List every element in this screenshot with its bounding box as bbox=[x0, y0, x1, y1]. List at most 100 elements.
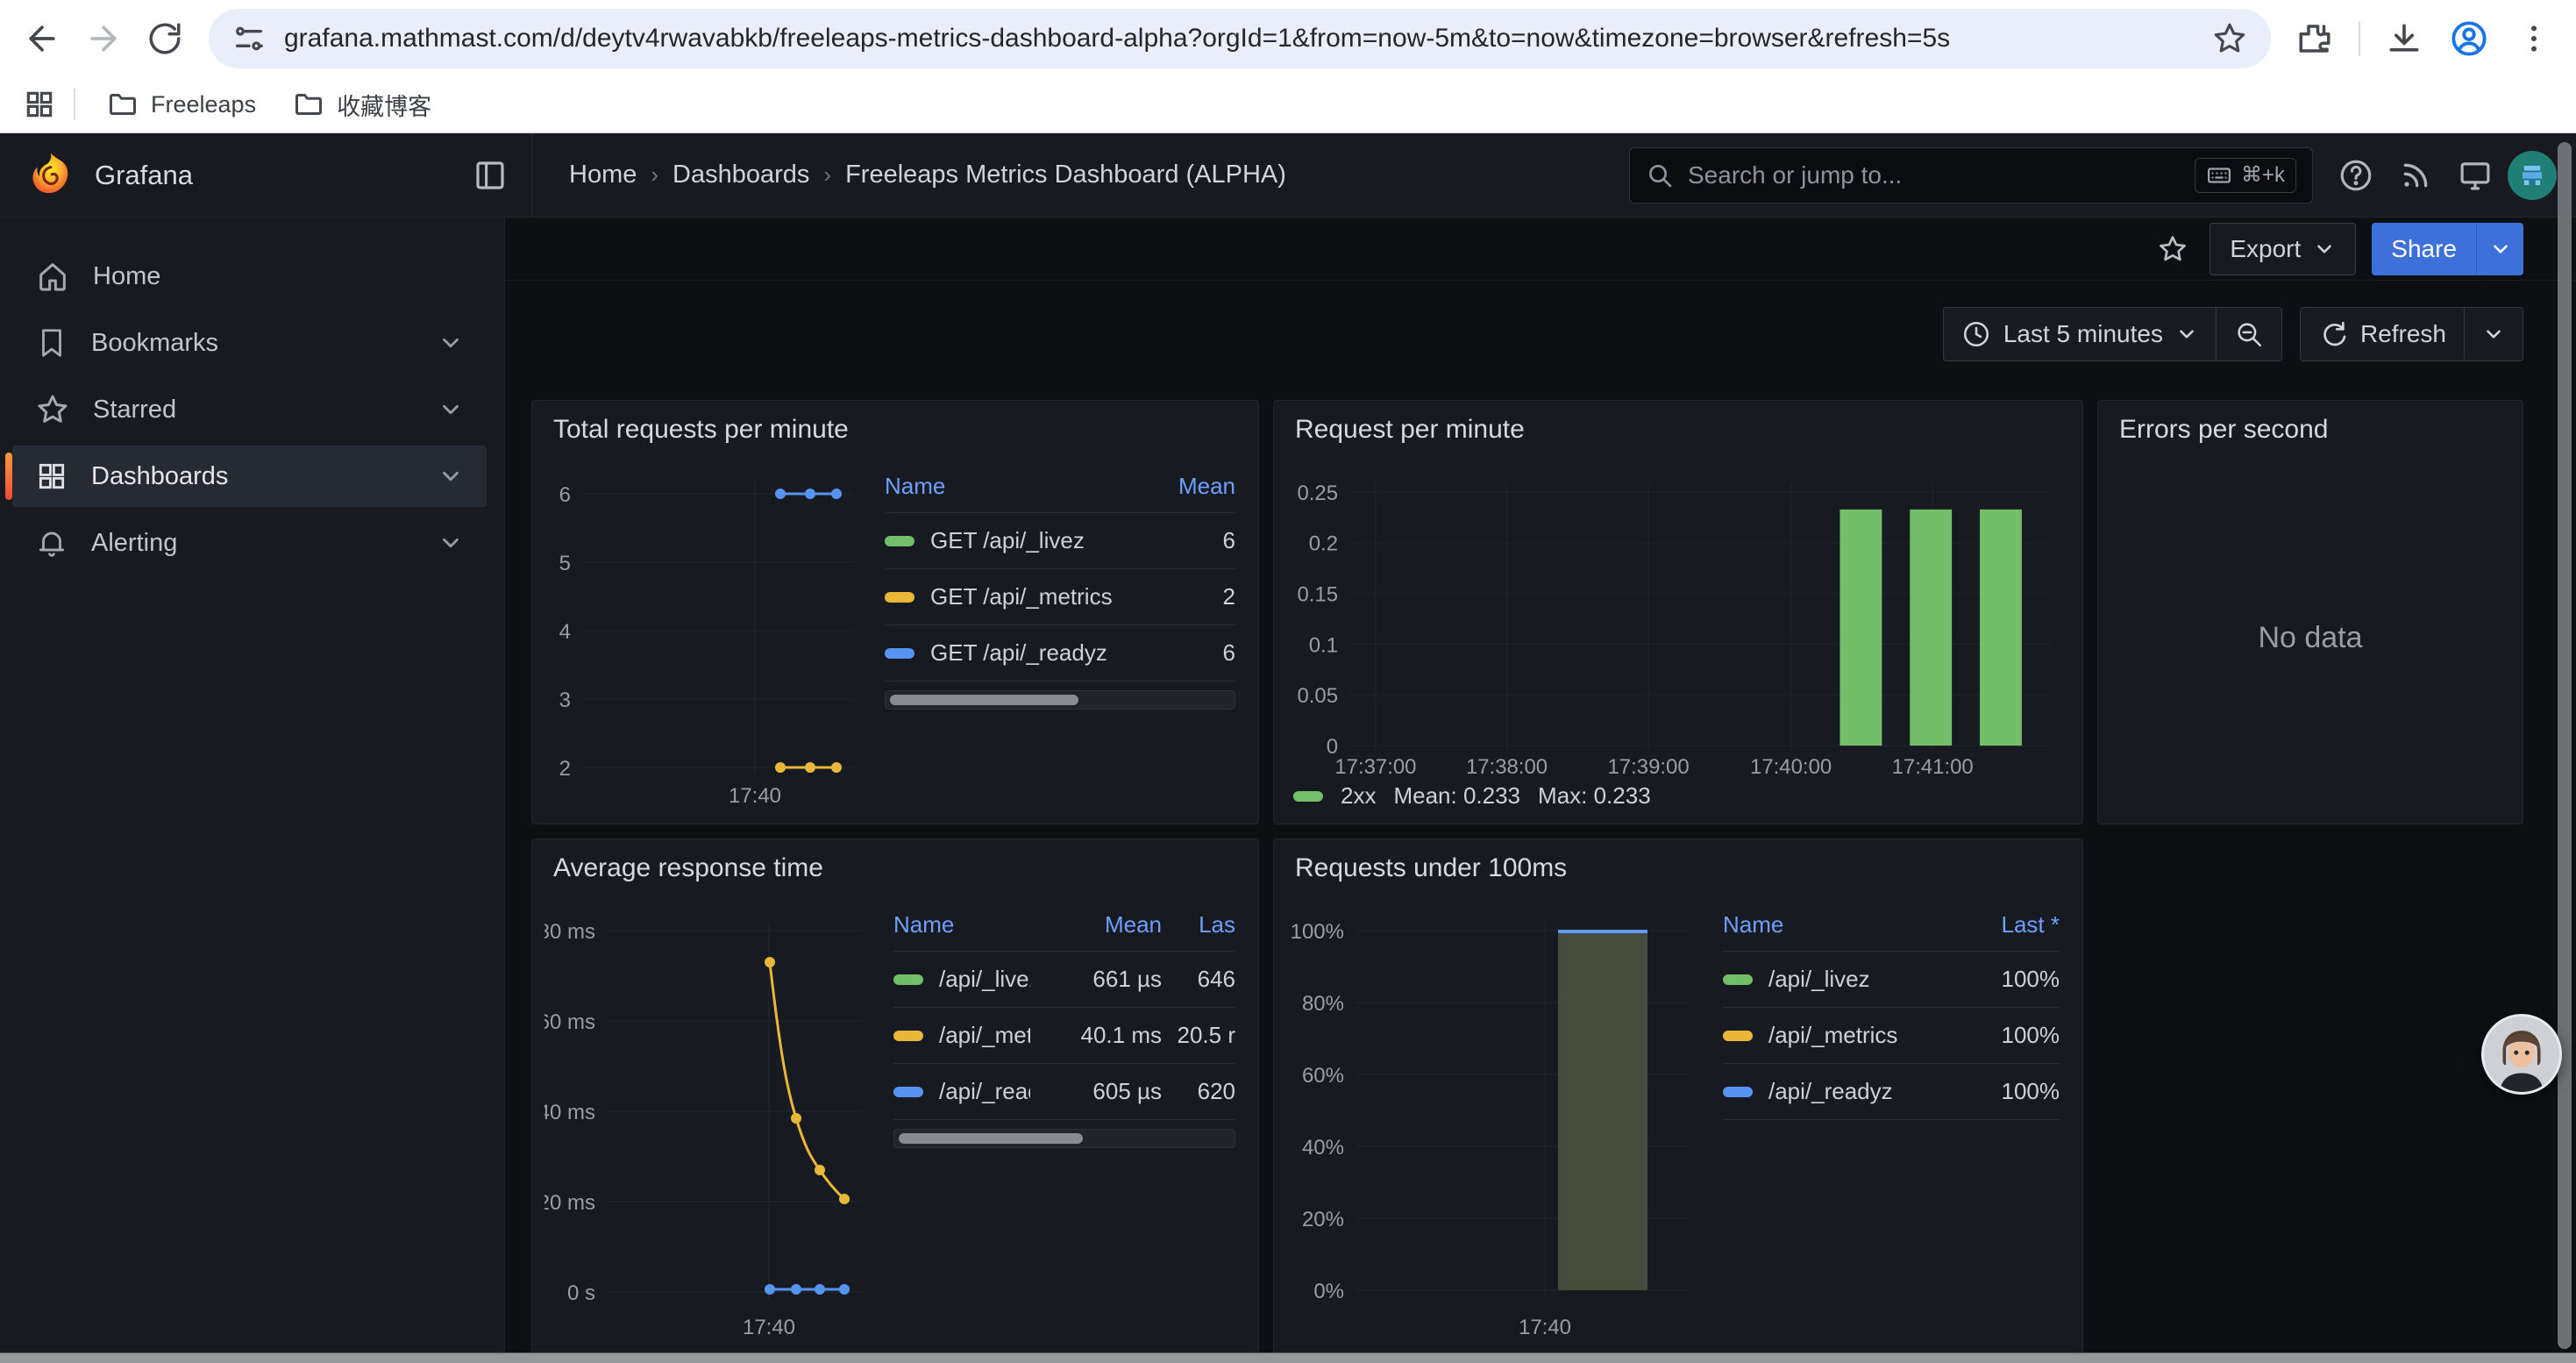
chevron-down-icon[interactable] bbox=[438, 396, 464, 423]
address-bar[interactable]: grafana.mathmast.com/d/deytv4rwavabkb/fr… bbox=[209, 9, 2271, 68]
share-button[interactable]: Share bbox=[2372, 223, 2476, 275]
extensions-icon[interactable] bbox=[2287, 11, 2343, 67]
bookmark-folder-blogs[interactable]: 收藏博客 bbox=[279, 82, 445, 127]
series-name[interactable]: /api/_readyz bbox=[1768, 1078, 1928, 1105]
browser-toolbar: grafana.mathmast.com/d/deytv4rwavabkb/fr… bbox=[0, 0, 2576, 77]
search-shortcut: ⌘+k bbox=[2241, 162, 2285, 188]
panel-request-per-minute[interactable]: Request per minute 0.25 0.2 0.15 0.1 0.0… bbox=[1273, 400, 2083, 824]
legend-row[interactable]: /api/_readyz 100% bbox=[1723, 1064, 2060, 1120]
series-color-chip bbox=[893, 974, 923, 985]
menu-kebab-icon[interactable] bbox=[2506, 11, 2562, 67]
bookmark-folder-freeleaps[interactable]: Freeleaps bbox=[93, 83, 270, 125]
legend-scrollbar-thumb[interactable] bbox=[899, 1133, 1083, 1144]
series-name[interactable]: /api/_livez bbox=[939, 966, 1030, 993]
toolbar-divider bbox=[2359, 21, 2360, 56]
refresh-interval-button[interactable] bbox=[2465, 307, 2523, 361]
monitor-icon[interactable] bbox=[2448, 148, 2502, 203]
grafana-logo-icon[interactable] bbox=[26, 151, 75, 200]
series-name[interactable]: /api/_metrics bbox=[1768, 1022, 1928, 1049]
bookmarks-bar: Freeleaps 收藏博客 bbox=[0, 77, 2576, 133]
export-button[interactable]: Export bbox=[2210, 223, 2356, 275]
sidebar-item-starred[interactable]: Starred bbox=[12, 379, 487, 440]
profile-icon[interactable] bbox=[2441, 11, 2497, 67]
series-name[interactable]: 2xx bbox=[1341, 782, 1376, 810]
news-rss-icon[interactable] bbox=[2388, 148, 2443, 203]
sidebar-item-alerting[interactable]: Alerting bbox=[12, 512, 487, 574]
legend-col-name[interactable]: Name bbox=[885, 473, 1148, 500]
svg-text:17:39:00: 17:39:00 bbox=[1608, 755, 1690, 779]
star-icon bbox=[35, 392, 70, 427]
panel-total-requests[interactable]: Total requests per minute 6 5 4 3 2 bbox=[531, 400, 1259, 824]
bookmarks-divider bbox=[74, 89, 75, 120]
apps-grid-icon[interactable] bbox=[23, 88, 56, 121]
share-menu-button[interactable] bbox=[2476, 223, 2523, 275]
time-range-button[interactable]: Last 5 minutes bbox=[1943, 307, 2217, 361]
svg-text:17:40: 17:40 bbox=[743, 1316, 795, 1339]
legend-col-mean[interactable]: Mean bbox=[1030, 911, 1162, 938]
bookmark-star-icon[interactable] bbox=[2211, 20, 2248, 57]
legend-row[interactable]: GET /api/_metrics 2 bbox=[885, 569, 1235, 625]
legend-row[interactable]: /api/_metrics 40.1 ms 20.5 r bbox=[893, 1008, 1235, 1064]
legend-scrollbar[interactable] bbox=[893, 1129, 1235, 1148]
series-mean: 6 bbox=[1148, 639, 1235, 667]
bar-chart[interactable]: 100% 80% 60% 40% 20% 0% 17:40 bbox=[1286, 896, 1698, 1343]
legend-col-last[interactable]: Las bbox=[1162, 911, 1235, 938]
breadcrumb-current: Freeleaps Metrics Dashboard (ALPHA) bbox=[845, 161, 1286, 189]
series-name[interactable]: GET /api/_metrics bbox=[930, 583, 1148, 610]
timeseries-chart[interactable]: 6 5 4 3 2 17:40 bbox=[544, 457, 860, 808]
chevron-down-icon[interactable] bbox=[438, 330, 464, 356]
legend-scrollbar[interactable] bbox=[885, 690, 1235, 710]
bar-chart[interactable]: 0.25 0.2 0.15 0.1 0.05 0 17:37:00 17: bbox=[1286, 457, 2058, 779]
legend-row[interactable]: /api/_metrics 100% bbox=[1723, 1008, 2060, 1064]
back-button[interactable] bbox=[14, 11, 70, 67]
breadcrumb-home[interactable]: Home bbox=[569, 161, 637, 189]
legend-row[interactable]: GET /api/_readyz 6 bbox=[885, 625, 1235, 682]
user-avatar[interactable] bbox=[2508, 151, 2557, 200]
legend-row[interactable]: /api/_livez 661 µs 646 bbox=[893, 952, 1235, 1008]
sidebar-item-bookmarks[interactable]: Bookmarks bbox=[12, 312, 487, 374]
panel-avg-response-time[interactable]: Average response time 80 ms 60 ms 40 ms … bbox=[531, 838, 1259, 1363]
legend-col-last[interactable]: Last * bbox=[1928, 911, 2060, 938]
sidebar-item-label: Home bbox=[93, 262, 160, 291]
dock-menu-icon[interactable] bbox=[472, 157, 509, 194]
reload-button[interactable] bbox=[137, 11, 193, 67]
series-color-chip bbox=[1723, 1031, 1753, 1041]
legend-table: Name Last * /api/_livez 100% bbox=[1723, 911, 2060, 1363]
site-settings-icon[interactable] bbox=[231, 21, 267, 56]
legend-col-name[interactable]: Name bbox=[1723, 911, 1928, 938]
legend-row[interactable]: /api/_readyz 605 µs 620 bbox=[893, 1064, 1235, 1120]
horizontal-scrollbar[interactable] bbox=[0, 1352, 2576, 1363]
downloads-icon[interactable] bbox=[2376, 11, 2432, 67]
svg-text:20%: 20% bbox=[1302, 1208, 1344, 1231]
series-name[interactable]: /api/_livez bbox=[1768, 966, 1928, 993]
export-label: Export bbox=[2230, 235, 2301, 263]
legend-row[interactable]: GET /api/_livez 6 bbox=[885, 513, 1235, 569]
help-icon[interactable] bbox=[2329, 148, 2383, 203]
url-text[interactable]: grafana.mathmast.com/d/deytv4rwavabkb/fr… bbox=[284, 24, 2197, 54]
legend-col-name[interactable]: Name bbox=[893, 911, 1030, 938]
favorite-star-icon[interactable] bbox=[2157, 233, 2188, 265]
zoom-out-button[interactable] bbox=[2217, 307, 2282, 361]
panel-requests-under-100ms[interactable]: Requests under 100ms 100% 80% 60% 40% 20… bbox=[1273, 838, 2083, 1363]
forward-button[interactable] bbox=[75, 11, 132, 67]
panel-errors-per-second[interactable]: Errors per second No data bbox=[2097, 400, 2523, 824]
chevron-down-icon[interactable] bbox=[438, 463, 464, 489]
refresh-button[interactable]: Refresh bbox=[2300, 307, 2465, 361]
sidebar-item-dashboards[interactable]: Dashboards bbox=[12, 446, 487, 507]
timeseries-chart[interactable]: 80 ms 60 ms 40 ms 20 ms 0 s 17:40 bbox=[544, 896, 869, 1343]
assistant-avatar[interactable] bbox=[2481, 1014, 2562, 1095]
series-name[interactable]: GET /api/_livez bbox=[930, 527, 1148, 554]
legend-scrollbar-thumb[interactable] bbox=[890, 695, 1078, 705]
series-name[interactable]: /api/_readyz bbox=[939, 1078, 1030, 1105]
breadcrumb-dashboards[interactable]: Dashboards bbox=[672, 161, 809, 189]
sidebar-item-home[interactable]: Home bbox=[12, 246, 487, 307]
vertical-scrollbar[interactable] bbox=[2558, 142, 2572, 1349]
legend-row[interactable]: /api/_livez 100% bbox=[1723, 952, 2060, 1008]
series-mean: 40.1 ms bbox=[1030, 1022, 1162, 1049]
chevron-down-icon[interactable] bbox=[438, 530, 464, 556]
series-name[interactable]: GET /api/_readyz bbox=[930, 639, 1148, 667]
search-input[interactable]: Search or jump to... ⌘+k bbox=[1629, 147, 2313, 203]
sidebar-item-label: Alerting bbox=[91, 529, 177, 558]
series-name[interactable]: /api/_metrics bbox=[939, 1022, 1030, 1049]
legend-col-mean[interactable]: Mean bbox=[1148, 473, 1235, 500]
